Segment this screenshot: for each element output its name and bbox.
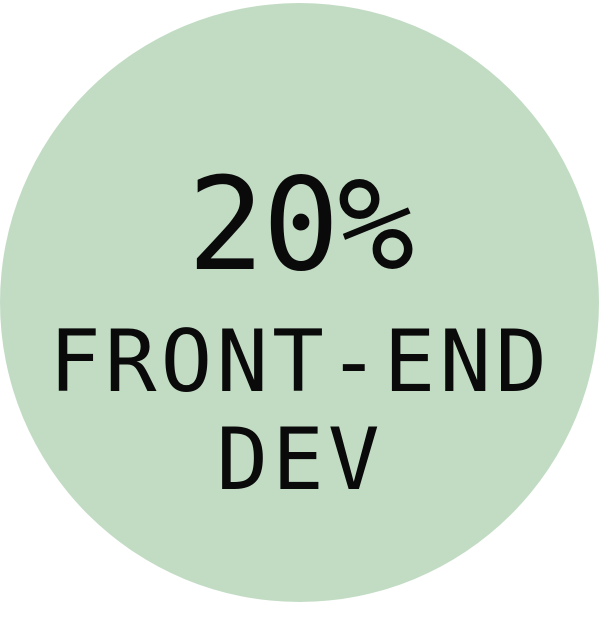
- percentage-badge: 20% FRONT-END DEV: [0, 0, 600, 637]
- badge-label-line-2: DEV: [216, 410, 384, 510]
- badge-label-line-1: FRONT-END: [49, 312, 551, 412]
- percentage-value: 20%: [187, 151, 414, 300]
